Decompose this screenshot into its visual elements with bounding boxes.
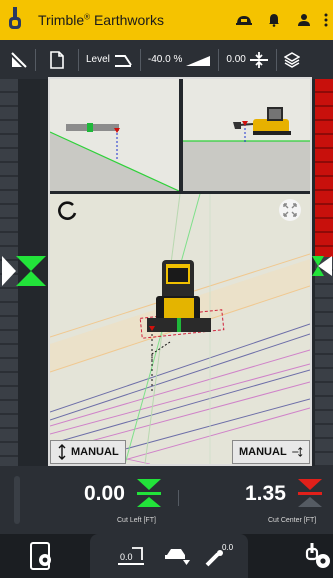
blade-icon [165,549,190,565]
layers-button[interactable] [281,40,303,79]
readout-collapse-handle[interactable] [14,476,20,524]
app-logo-icon [0,0,30,40]
right-cut-zone [315,79,333,257]
readout-page-indicator[interactable] [150,526,206,538]
toolbar-divider [78,48,79,71]
registered-mark: ® [84,12,91,22]
notification-icon[interactable] [259,0,289,40]
guidance-toolbar: Level -40.0 % 0.00 [0,40,333,79]
cut-center-label: Cut Center [268,517,302,524]
side-profile-view[interactable] [183,79,310,191]
front-cross-section-view[interactable] [50,79,179,191]
vertical-offset-icon [249,51,268,68]
left-manual-mode-button[interactable]: MANUAL [50,440,126,464]
slope-button[interactable]: -40.0 % [145,40,214,79]
readout-divider [178,490,179,506]
cut-left-caption: Cut Left [FT] [117,517,156,524]
product-name: Earthworks [93,12,164,28]
app-title: Trimble® Earthworks [38,12,164,28]
tablet-settings-icon [30,542,51,570]
cut-center-unit: [FT] [303,517,317,524]
level-mode-button[interactable]: Level [83,40,136,79]
right-manual-mode-button[interactable]: MANUAL [232,440,310,464]
zero-offset-label: 0.0 [120,552,133,562]
left-manual-label: MANUAL [71,446,119,458]
cut-center-caption: Cut Center [FT] [268,517,316,524]
more-icon[interactable] [319,0,333,40]
left-on-grade-indicator [0,254,50,288]
blade-control-button[interactable] [160,542,194,570]
cut-left-value: 0.00 [84,482,125,505]
right-fill-zone [315,257,333,466]
machine-settings-button[interactable] [304,540,333,572]
app-header: Trimble® Earthworks [0,0,333,40]
toolbar-divider [35,48,36,71]
plan-map-view[interactable] [50,194,310,464]
document-icon [50,50,64,69]
tool-offset-label: 0.0 [222,543,234,552]
tool-offset-button[interactable]: 0.0 [202,540,236,570]
guidance-mode-icon [11,51,27,68]
vertical-arrows-icon [291,447,303,457]
refresh-icon [58,201,77,220]
tool-offset-icon: 0.0 [205,543,234,567]
cut-left-unit: [FT] [143,517,156,524]
offset-button[interactable]: 0.00 [223,40,271,79]
expand-icon [283,203,297,217]
right-manual-label: MANUAL [239,446,287,458]
vertical-arrows-icon [58,444,66,460]
slope-value: -40.0 % [147,54,183,65]
cut-center-indicator [297,478,323,508]
cut-fill-readout: 0.00 1.35 Cut Left [FT] Cut Center [FT] [0,466,333,538]
guidance-mode-button[interactable] [0,40,31,79]
app-root: Trimble® Earthworks Level -40.0 % 0.00 M… [0,0,333,578]
level-label: Level [86,54,110,65]
toolbar-divider [275,48,277,71]
offset-value: 0.00 [226,54,246,65]
cut-left-label: Cut Left [117,517,142,524]
level-icon [114,54,132,67]
cut-left-indicator [136,478,162,508]
hardhat-icon[interactable] [229,0,259,40]
expand-view-button[interactable] [279,199,301,221]
zero-offset-icon: 0.0 [118,547,144,565]
user-icon[interactable] [289,0,319,40]
toolbar-divider [218,48,220,71]
layers-icon [283,51,300,68]
zero-offset-button[interactable]: 0.0 [114,542,148,570]
header-icons [229,0,333,40]
right-on-grade-indicator [310,254,333,278]
cross-slope-icon [186,55,211,66]
device-settings-button[interactable] [26,540,58,572]
design-file-button[interactable] [40,40,74,79]
reset-view-button[interactable] [56,200,78,222]
brand-name: Trimble [38,12,85,28]
cut-center-value: 1.35 [245,482,286,505]
machine-settings-icon [305,543,330,568]
toolbar-divider [139,48,141,71]
bottom-navigation: 0.0 0.0 [0,534,333,578]
